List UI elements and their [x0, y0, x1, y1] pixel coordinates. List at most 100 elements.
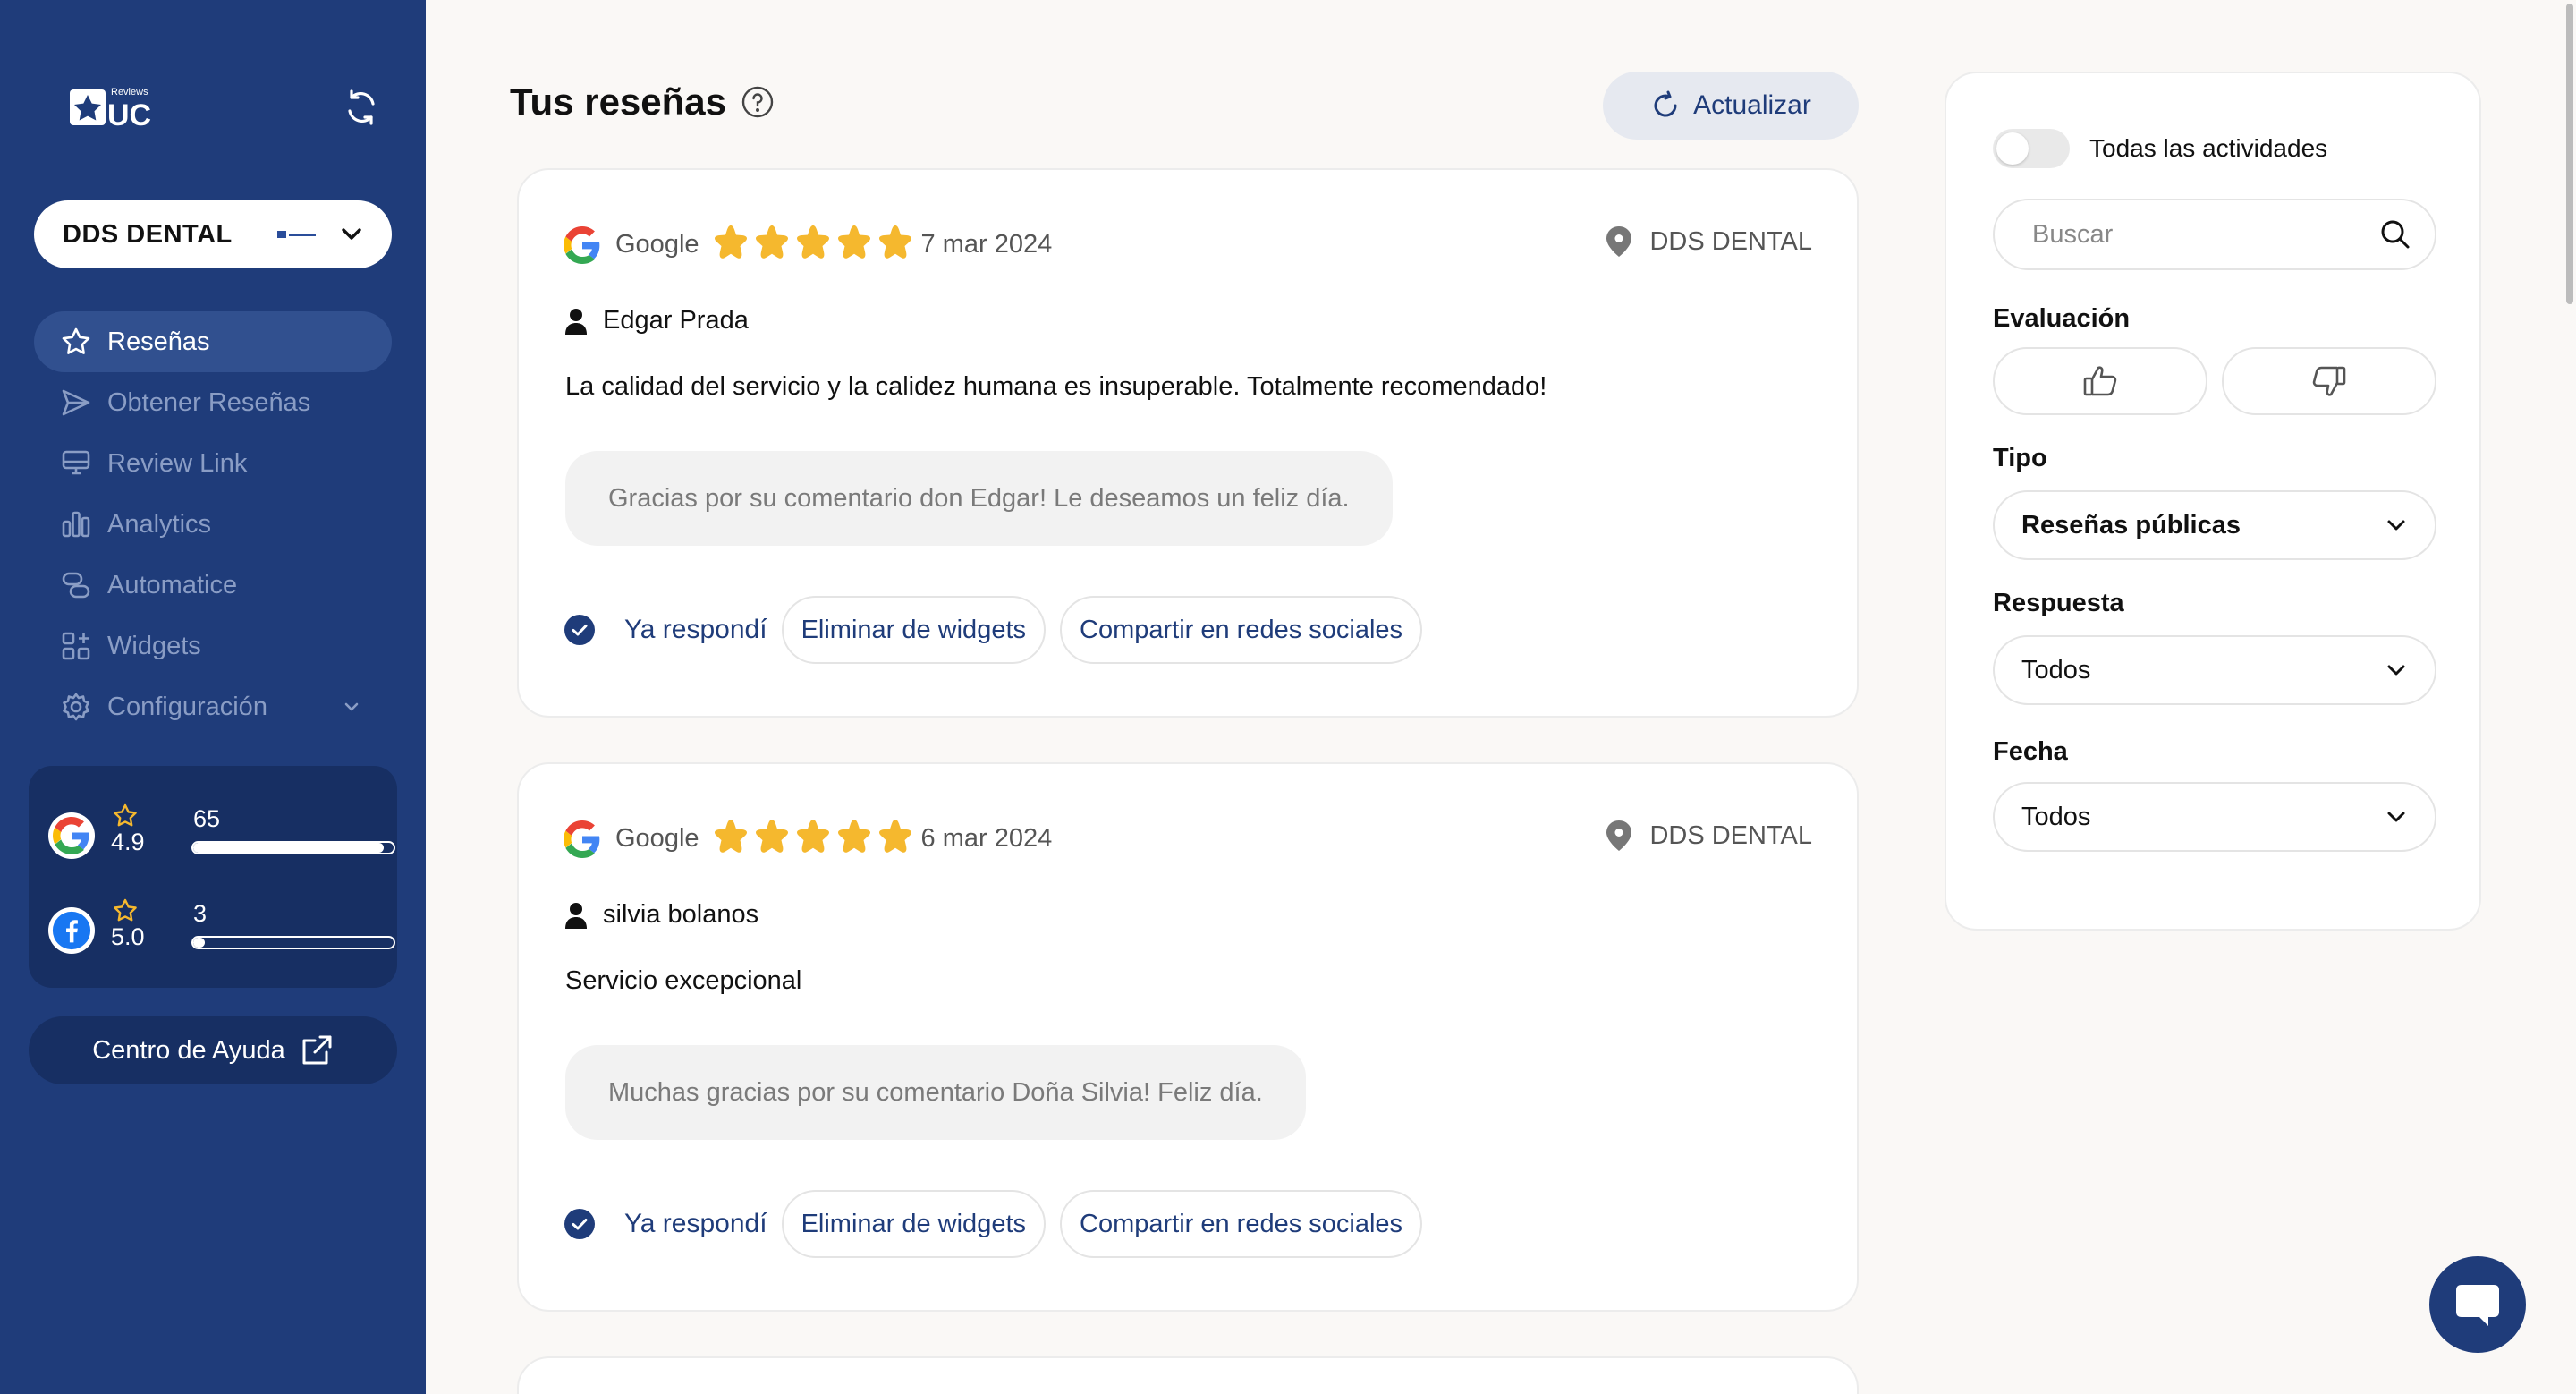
- gear-icon: [63, 693, 89, 721]
- page-title-text: Tus reseñas: [510, 81, 727, 123]
- remove-from-widgets-button[interactable]: Eliminar de widgets: [781, 1190, 1046, 1258]
- star-filled-icon: [753, 224, 791, 266]
- remove-from-widgets-button[interactable]: Eliminar de widgets: [781, 596, 1046, 664]
- sidebar-nav: Reseñas Obtener Reseñas Review Link Anal…: [34, 311, 392, 737]
- review-source: Google 7 mar 2024: [564, 224, 1052, 266]
- sidebar-item-analytics[interactable]: Analytics: [34, 494, 392, 555]
- star-filled-icon: [835, 818, 873, 860]
- response-label: Respuesta: [1993, 589, 2124, 617]
- replied-status[interactable]: Ya respondí: [624, 615, 767, 645]
- replied-status[interactable]: Ya respondí: [624, 1209, 767, 1239]
- sidebar-item-resenas[interactable]: Reseñas: [34, 311, 392, 372]
- sidebar-item-label: Reseñas: [107, 327, 210, 356]
- help-circle-icon[interactable]: [741, 85, 775, 119]
- all-activities-toggle[interactable]: [1993, 129, 2070, 168]
- star-filled-icon: [753, 818, 791, 860]
- thumbs-up-icon: [2083, 366, 2117, 396]
- link-icon: [62, 572, 90, 599]
- filters-panel: Todas las actividades Evaluación Tipo Re…: [1945, 72, 2481, 931]
- help-center-label: Centro de Ayuda: [92, 1035, 285, 1065]
- sidebar-item-label: Obtener Reseñas: [107, 387, 311, 417]
- share-social-button[interactable]: Compartir en redes sociales: [1060, 596, 1423, 664]
- review-location: DDS DENTAL: [1605, 225, 1812, 258]
- brand-logo[interactable]: UC Reviews: [70, 84, 157, 132]
- chat-bubble-icon: [2456, 1285, 2499, 1326]
- star-outline-icon: [114, 803, 137, 827]
- review-card-partial: [517, 1356, 1859, 1394]
- review-author: Edgar Prada: [565, 306, 749, 336]
- chevron-down-icon: [2387, 665, 2405, 676]
- search-box: [1993, 199, 2436, 270]
- google-logo-icon: [48, 812, 95, 859]
- refresh-button[interactable]: Actualizar: [1603, 72, 1859, 140]
- review-star-rating: [712, 818, 914, 860]
- google-rating: 4.9 65: [48, 803, 395, 875]
- sidebar-item-obtener-resenas[interactable]: Obtener Reseñas: [34, 372, 392, 433]
- type-label: Tipo: [1993, 444, 2047, 472]
- business-thumbnail: [277, 228, 318, 241]
- bar-chart-icon: [62, 511, 90, 538]
- sidebar-item-label: Configuración: [107, 692, 267, 721]
- chevron-down-icon: [344, 702, 359, 711]
- send-icon: [62, 389, 90, 416]
- refresh-label: Actualizar: [1693, 90, 1811, 120]
- chevron-down-icon: [2387, 812, 2405, 822]
- widgets-icon: [62, 632, 90, 660]
- review-location-name: DDS DENTAL: [1649, 226, 1812, 256]
- review-date: 7 mar 2024: [920, 230, 1053, 259]
- star-icon: [62, 327, 90, 354]
- type-select[interactable]: Reseñas públicas: [1993, 490, 2436, 560]
- review-location: DDS DENTAL: [1605, 820, 1812, 852]
- review-location-name: DDS DENTAL: [1649, 820, 1812, 850]
- review-reply[interactable]: Muchas gracias por su comentario Doña Si…: [565, 1045, 1306, 1140]
- chevron-down-icon: [342, 228, 361, 240]
- search-icon[interactable]: [2379, 218, 2411, 251]
- external-link-icon: [302, 1035, 332, 1065]
- date-select[interactable]: Todos: [1993, 782, 2436, 852]
- review-author-name: silvia bolanos: [603, 900, 759, 929]
- help-center-button[interactable]: Centro de Ayuda: [29, 1016, 397, 1084]
- page-title: Tus reseñas: [510, 81, 775, 123]
- facebook-review-count: 3: [193, 900, 208, 927]
- sidebar-item-automatice[interactable]: Automatice: [34, 555, 392, 616]
- business-select[interactable]: DDS DENTAL: [34, 200, 392, 268]
- google-rating-bar: [191, 841, 395, 854]
- star-outline-icon: [114, 898, 137, 922]
- star-filled-icon: [794, 224, 832, 266]
- page-scrollbar[interactable]: [2563, 0, 2576, 1394]
- search-input[interactable]: [2032, 219, 2379, 250]
- review-text: La calidad del servicio y la calidez hum…: [565, 372, 1547, 401]
- sidebar: UC Reviews DDS DENTAL Reseñas Obtener Re…: [0, 0, 426, 1394]
- date-select-value: Todos: [2021, 802, 2091, 831]
- star-filled-icon: [712, 818, 750, 860]
- refresh-icon: [1654, 90, 1677, 117]
- sidebar-item-review-link[interactable]: Review Link: [34, 433, 392, 494]
- review-actions: Ya respondí Eliminar de widgets Comparti…: [564, 596, 1436, 664]
- sync-icon[interactable]: [343, 88, 379, 127]
- sidebar-item-label: Automatice: [107, 570, 238, 599]
- response-select[interactable]: Todos: [1993, 635, 2436, 705]
- review-actions: Ya respondí Eliminar de widgets Comparti…: [564, 1190, 1436, 1258]
- review-author: silvia bolanos: [565, 900, 758, 930]
- svg-text:Reviews: Reviews: [111, 87, 148, 98]
- chevron-down-icon: [2387, 520, 2405, 531]
- response-select-value: Todos: [2021, 655, 2091, 684]
- sidebar-item-label: Analytics: [107, 509, 212, 539]
- sidebar-item-widgets[interactable]: Widgets: [34, 616, 392, 676]
- review-reply[interactable]: Gracias por su comentario don Edgar! Le …: [565, 451, 1393, 546]
- facebook-logo-icon: [48, 907, 95, 954]
- review-source-name: Google: [615, 230, 699, 259]
- sidebar-item-configuracion[interactable]: Configuración: [34, 676, 392, 737]
- thumbs-up-button[interactable]: [1993, 347, 2207, 415]
- review-author-name: Edgar Prada: [603, 306, 749, 335]
- google-review-count: 65: [193, 805, 221, 832]
- share-social-button[interactable]: Compartir en redes sociales: [1060, 1190, 1423, 1258]
- star-filled-icon: [877, 224, 914, 266]
- sidebar-item-label: Widgets: [107, 631, 201, 660]
- map-pin-icon: [1606, 820, 1632, 851]
- chat-button[interactable]: [2429, 1256, 2526, 1353]
- thumbs-down-button[interactable]: [2222, 347, 2436, 415]
- star-filled-icon: [877, 818, 914, 860]
- svg-text:UC: UC: [107, 98, 151, 129]
- user-icon: [565, 308, 587, 335]
